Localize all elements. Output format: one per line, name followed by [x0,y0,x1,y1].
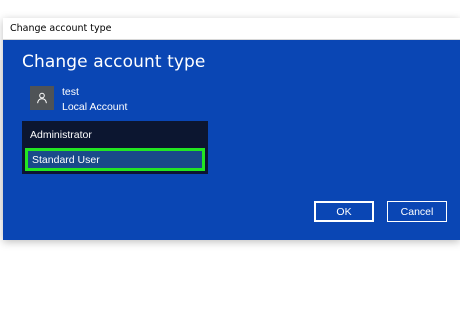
dialog-heading: Change account type [22,52,206,72]
user-account-type: Local Account [62,101,128,113]
option-administrator[interactable]: Administrator [30,129,92,141]
option-standard-user-label: Standard User [32,154,100,166]
window-title: Change account type [10,23,112,34]
dialog-titlebar[interactable]: Change account type [3,18,460,40]
ok-button[interactable]: OK [314,201,374,222]
user-name: test [62,86,79,98]
cancel-button[interactable]: Cancel [387,201,447,222]
screen: Change account type Change account type … [0,0,460,320]
option-standard-user[interactable]: Standard User [25,148,205,171]
account-type-dropdown[interactable]: Administrator Standard User [22,121,208,174]
person-icon [30,86,54,110]
